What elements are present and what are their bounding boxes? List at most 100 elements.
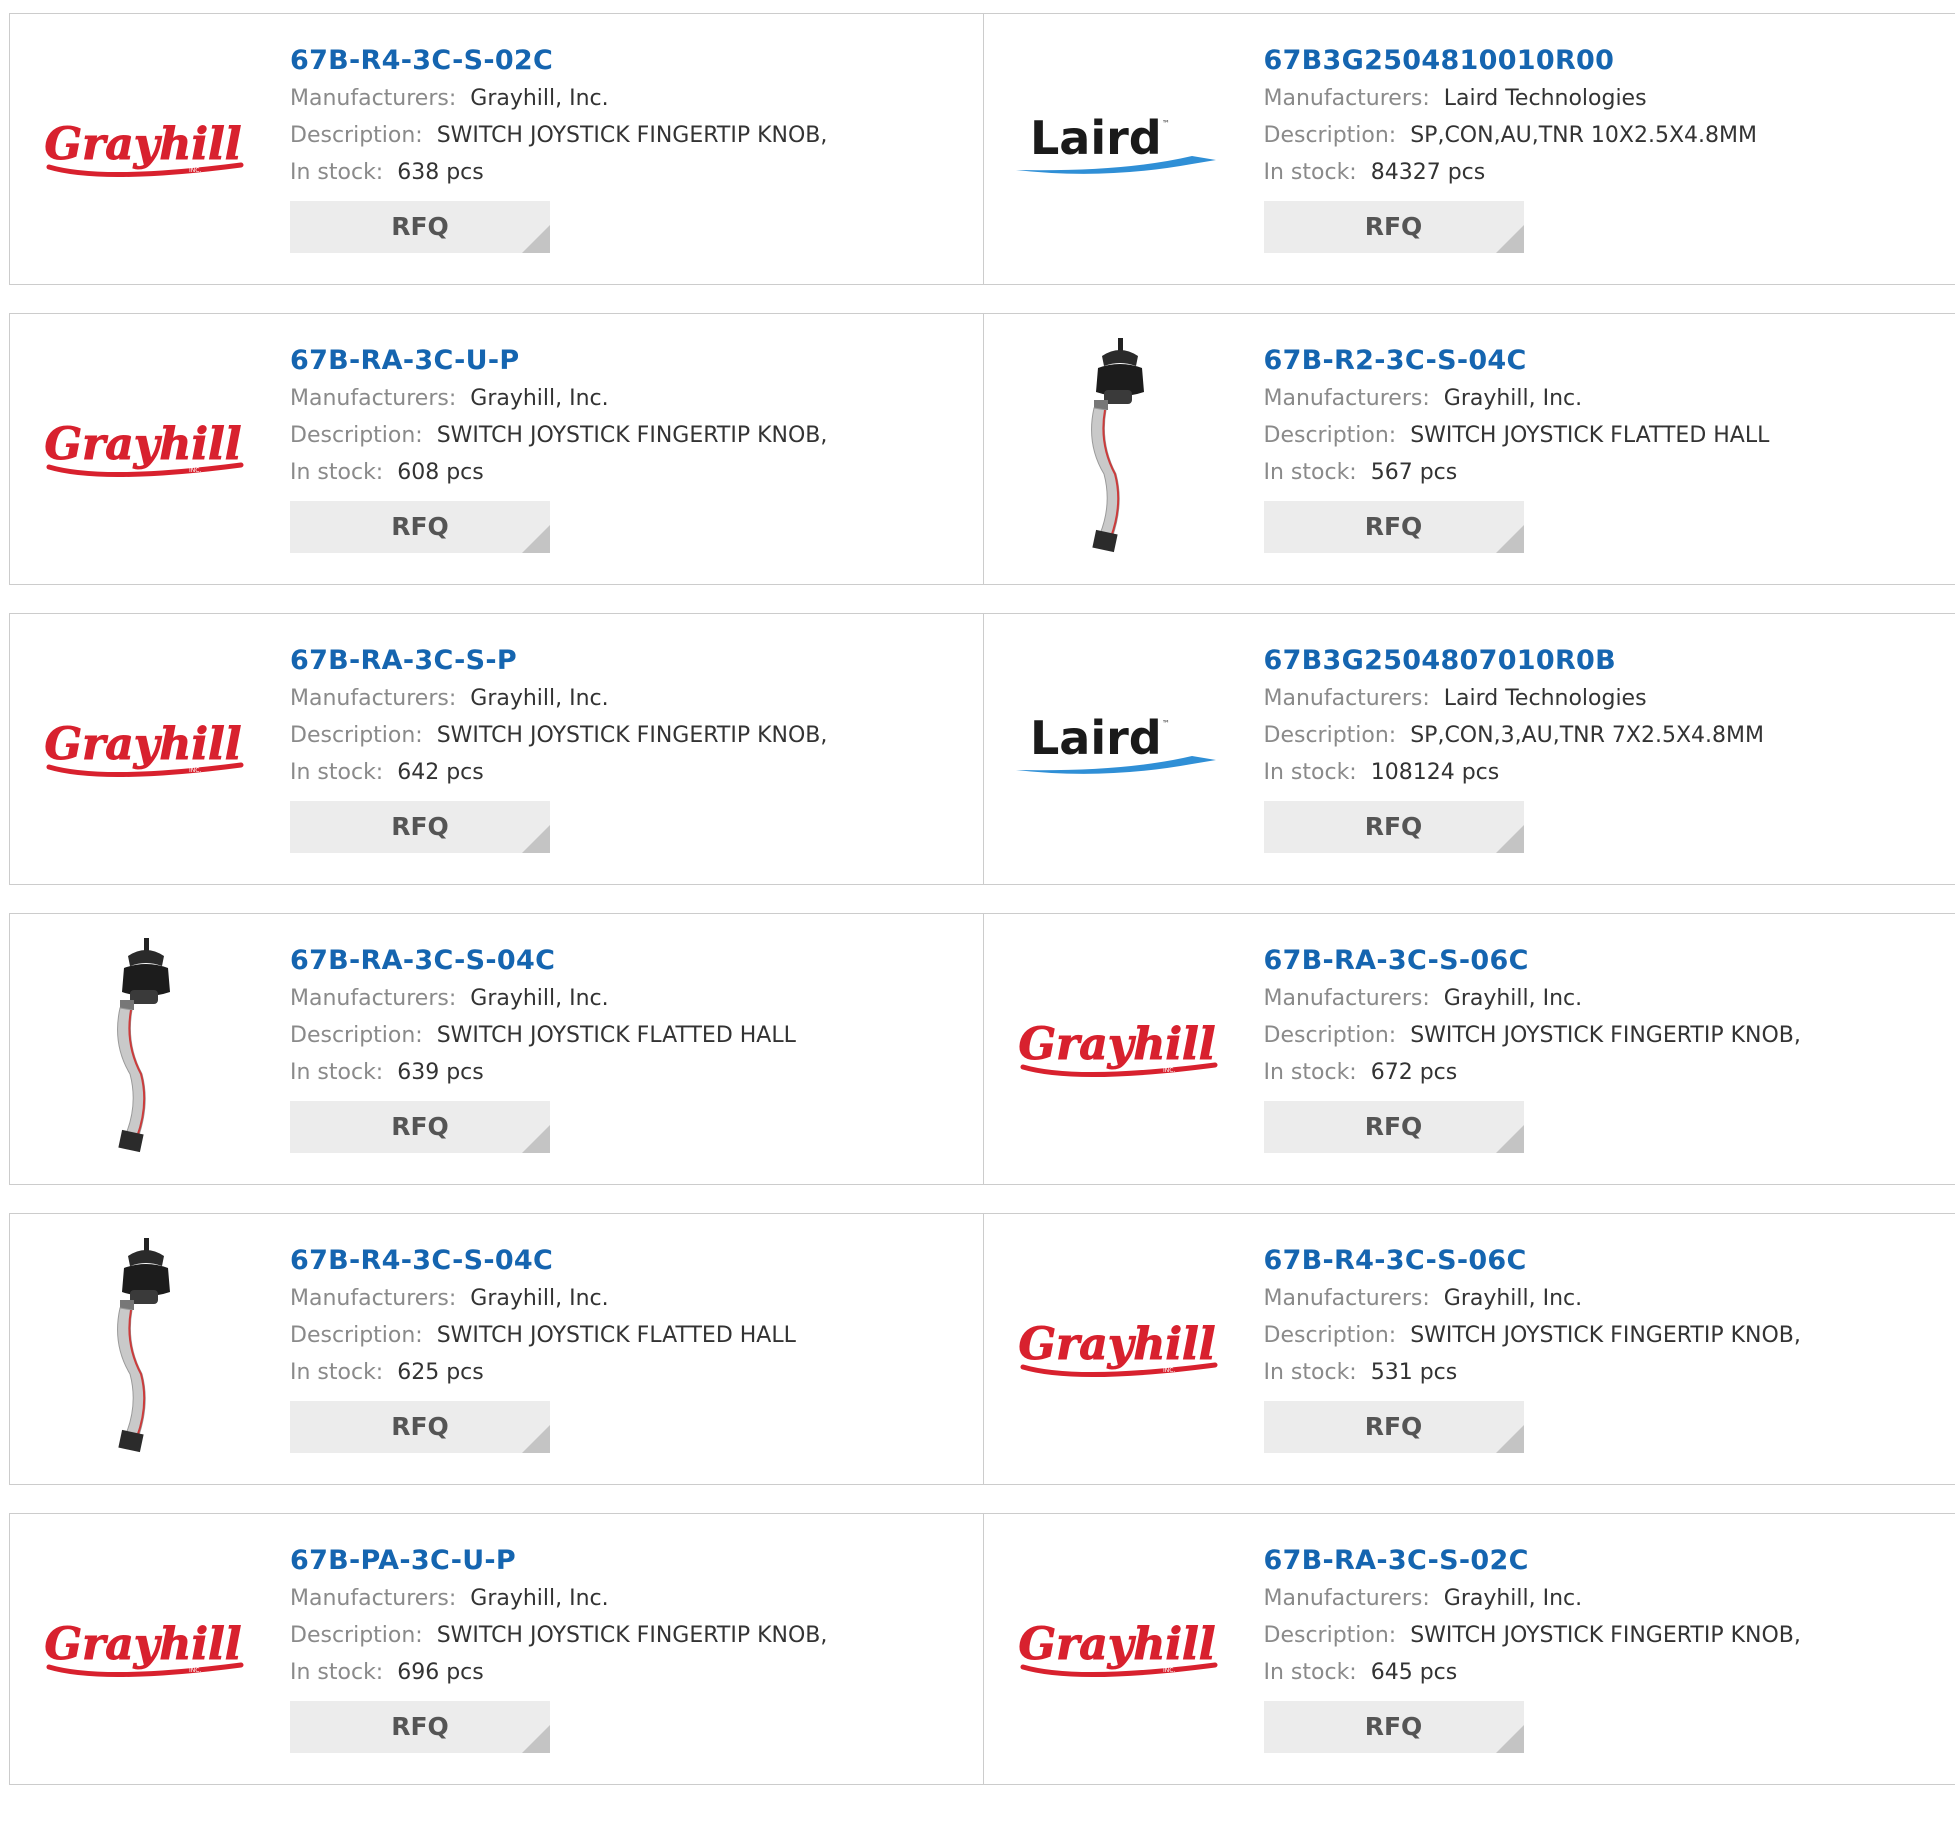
- part-number-link[interactable]: 67B-RA-3C-S-02C: [1264, 1542, 1936, 1580]
- part-number-link[interactable]: 67B-R2-3C-S-04C: [1264, 342, 1936, 380]
- rfq-button[interactable]: RFQ: [290, 1401, 550, 1453]
- manufacturer-value: Grayhill, Inc.: [1443, 1286, 1583, 1311]
- description-label: Description:: [1263, 723, 1397, 748]
- stock-line: In stock: 108124 pcs: [1264, 754, 1936, 791]
- description-label: Description:: [290, 123, 423, 148]
- part-number-link[interactable]: 67B-RA-3C-U-P: [290, 342, 963, 380]
- corner-fold-icon: [522, 525, 550, 553]
- rfq-button[interactable]: RFQ: [290, 801, 550, 853]
- product-row: 67B-R4-3C-S-04C Manufacturers: Grayhill, …: [9, 1213, 1955, 1485]
- product-thumbnail[interactable]: [1014, 334, 1224, 564]
- stock-line: In stock: 84327 pcs: [1264, 154, 1936, 191]
- stock-label: In stock:: [290, 460, 384, 485]
- svg-text:Grayhill: Grayhill: [45, 719, 242, 770]
- part-number-link[interactable]: 67B-R4-3C-S-06C: [1264, 1242, 1936, 1280]
- part-number-link[interactable]: 67B-RA-3C-S-06C: [1264, 942, 1936, 980]
- product-thumbnail[interactable]: Grayhill INC.: [1014, 1234, 1224, 1464]
- part-number-link[interactable]: 67B-RA-3C-S-04C: [290, 942, 963, 980]
- grayhill-logo: Grayhill INC.: [44, 719, 244, 777]
- product-row: 67B-RA-3C-S-04C Manufacturers: Grayhill, …: [9, 913, 1955, 1185]
- product-info: 67B-RA-3C-U-P Manufacturers: Grayhill, In…: [290, 342, 963, 553]
- description-line: Description: SP,CON,AU,TNR 10X2.5X4.8MM: [1264, 117, 1936, 154]
- part-number-link[interactable]: 67B-R4-3C-S-02C: [290, 42, 963, 80]
- manufacturer-label: Manufacturers:: [290, 86, 457, 111]
- description-line: Description: SWITCH JOYSTICK FINGERTIP KN…: [290, 417, 963, 454]
- product-thumbnail[interactable]: Grayhill INC.: [40, 34, 250, 264]
- product-info: 67B3G2504807010R0B Manufacturers: Laird T…: [1263, 642, 1936, 853]
- svg-text:INC.: INC.: [1163, 1067, 1175, 1074]
- description-value: SWITCH JOYSTICK FINGERTIP KNOB,: [436, 423, 828, 448]
- stock-value: 608 pcs: [397, 460, 484, 485]
- product-info: 67B-RA-3C-S-02C Manufacturers: Grayhill, …: [1263, 1542, 1936, 1753]
- rfq-label: RFQ: [1364, 512, 1423, 541]
- product-thumbnail[interactable]: [40, 1234, 250, 1464]
- svg-text:™: ™: [1162, 719, 1170, 728]
- part-number-link[interactable]: 67B-RA-3C-S-P: [290, 642, 963, 680]
- product-info: 67B-R4-3C-S-04C Manufacturers: Grayhill, …: [290, 1242, 963, 1453]
- description-value: SWITCH JOYSTICK FINGERTIP KNOB,: [1410, 1323, 1801, 1348]
- manufacturer-label: Manufacturers:: [290, 1286, 457, 1311]
- stock-value: 696 pcs: [397, 1660, 484, 1685]
- product-info: 67B-PA-3C-U-P Manufacturers: Grayhill, In…: [290, 1542, 963, 1753]
- part-number-link[interactable]: 67B-PA-3C-U-P: [290, 1542, 963, 1580]
- product-thumbnail[interactable]: Grayhill INC.: [1014, 1534, 1224, 1764]
- manufacturer-label: Manufacturers:: [1263, 1586, 1430, 1611]
- description-value: SWITCH JOYSTICK FINGERTIP KNOB,: [436, 123, 828, 148]
- rfq-button[interactable]: RFQ: [1263, 1701, 1524, 1753]
- product-card: Grayhill INC. 67B-RA-3C-S-02C Manufactur…: [982, 1514, 1955, 1784]
- rfq-button[interactable]: RFQ: [1263, 1101, 1524, 1153]
- manufacturer-label: Manufacturers:: [290, 386, 457, 411]
- corner-fold-icon: [1495, 1425, 1524, 1453]
- rfq-button[interactable]: RFQ: [290, 1101, 550, 1153]
- manufacturer-label: Manufacturers:: [1263, 386, 1430, 411]
- product-thumbnail[interactable]: Laird ™: [1014, 634, 1224, 864]
- manufacturer-value: Grayhill, Inc.: [1443, 386, 1583, 411]
- joystick-photo: [1090, 338, 1144, 553]
- product-thumbnail[interactable]: [40, 934, 250, 1164]
- manufacturer-line: Manufacturers: Grayhill, Inc.: [290, 1580, 963, 1617]
- grayhill-logo: Grayhill INC.: [44, 1619, 244, 1677]
- product-row: Grayhill INC. 67B-R4-3C-S-02C Manufactur…: [9, 13, 1955, 285]
- description-label: Description:: [290, 723, 423, 748]
- product-thumbnail[interactable]: Grayhill INC.: [1014, 934, 1224, 1164]
- rfq-label: RFQ: [391, 1112, 449, 1141]
- stock-line: In stock: 608 pcs: [290, 454, 963, 491]
- stock-label: In stock:: [1263, 760, 1357, 785]
- product-info: 67B-RA-3C-S-06C Manufacturers: Grayhill, …: [1263, 942, 1936, 1153]
- product-thumbnail[interactable]: Grayhill INC.: [40, 334, 250, 564]
- part-number-link[interactable]: 67B-R4-3C-S-04C: [290, 1242, 963, 1280]
- product-info: 67B-R4-3C-S-06C Manufacturers: Grayhill, …: [1263, 1242, 1936, 1453]
- rfq-button[interactable]: RFQ: [1263, 801, 1524, 853]
- part-number-link[interactable]: 67B3G2504810010R00: [1264, 42, 1936, 80]
- svg-text:INC.: INC.: [189, 467, 201, 474]
- rfq-button[interactable]: RFQ: [1263, 201, 1524, 253]
- rfq-label: RFQ: [391, 512, 449, 541]
- rfq-button[interactable]: RFQ: [290, 201, 550, 253]
- rfq-button[interactable]: RFQ: [1263, 501, 1524, 553]
- rfq-label: RFQ: [391, 812, 449, 841]
- joystick-photo: [117, 1238, 170, 1453]
- corner-fold-icon: [1495, 1125, 1524, 1153]
- manufacturer-value: Grayhill, Inc.: [470, 86, 609, 111]
- manufacturer-value: Grayhill, Inc.: [470, 686, 609, 711]
- product-thumbnail[interactable]: Laird ™: [1014, 34, 1224, 264]
- product-thumbnail[interactable]: Grayhill INC.: [40, 634, 250, 864]
- rfq-button[interactable]: RFQ: [290, 501, 550, 553]
- stock-label: In stock:: [1263, 460, 1357, 485]
- product-thumbnail[interactable]: Grayhill INC.: [40, 1534, 250, 1764]
- manufacturer-label: Manufacturers:: [290, 686, 457, 711]
- description-value: SWITCH JOYSTICK FLATTED HALL: [436, 1323, 796, 1348]
- description-value: SP,CON,AU,TNR 10X2.5X4.8MM: [1410, 123, 1757, 148]
- product-card: 67B-RA-3C-S-04C Manufacturers: Grayhill, …: [10, 914, 983, 1184]
- svg-text:Grayhill: Grayhill: [1018, 1619, 1215, 1670]
- description-label: Description:: [290, 1323, 423, 1348]
- manufacturer-value: Grayhill, Inc.: [470, 1286, 609, 1311]
- rfq-button[interactable]: RFQ: [1263, 1401, 1524, 1453]
- corner-fold-icon: [1495, 1725, 1524, 1753]
- corner-fold-icon: [1495, 525, 1524, 553]
- rfq-button[interactable]: RFQ: [290, 1701, 550, 1753]
- product-info: 67B-RA-3C-S-04C Manufacturers: Grayhill, …: [290, 942, 963, 1153]
- description-label: Description:: [1263, 1023, 1397, 1048]
- part-number-link[interactable]: 67B3G2504807010R0B: [1264, 642, 1936, 680]
- description-line: Description: SWITCH JOYSTICK FLATTED HALL: [290, 1017, 963, 1054]
